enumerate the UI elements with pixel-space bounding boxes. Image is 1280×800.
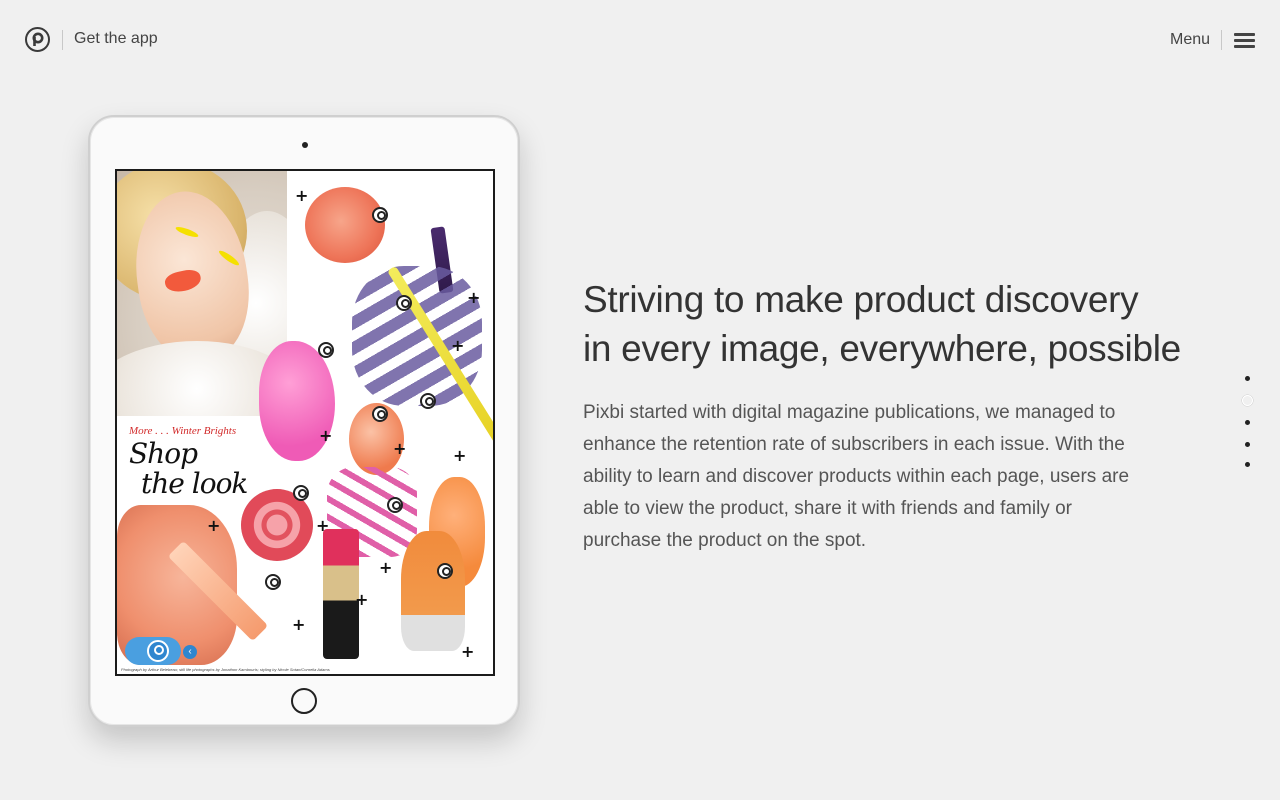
product-hotspot[interactable]: + bbox=[355, 592, 368, 608]
product-hotspot[interactable]: + bbox=[316, 518, 329, 534]
magazine-kicker: More . . . Winter Brights bbox=[129, 425, 237, 437]
hero-description-line: enhance the retention rate of subscriber… bbox=[583, 434, 1125, 455]
hero-description-line: ability to learn and discover products w… bbox=[583, 466, 1130, 487]
magazine-title: Shop the look bbox=[129, 437, 248, 500]
pixbi-tag-icon[interactable] bbox=[437, 563, 453, 579]
get-the-app-link[interactable]: Get the app bbox=[74, 30, 158, 48]
hero-description-line: Pixbi started with digital magazine publ… bbox=[583, 402, 1116, 423]
magazine-title-line-2: the look bbox=[141, 467, 248, 500]
hero-headline-line-2: in every image, everywhere, possible bbox=[583, 328, 1181, 369]
photo-credits: Photograph by Arthur Belebeau; still lif… bbox=[121, 667, 330, 672]
header-divider bbox=[62, 30, 63, 50]
pixbi-tag-icon[interactable] bbox=[387, 497, 403, 513]
product-hotspot[interactable]: + bbox=[451, 338, 464, 354]
hero-headline-line-1: Striving to make product discovery bbox=[583, 279, 1139, 320]
hamburger-menu-icon[interactable] bbox=[1234, 32, 1256, 48]
product-hotspot[interactable]: + bbox=[207, 518, 220, 534]
product-hotspot[interactable]: + bbox=[292, 617, 305, 633]
nail-polish-bottle-image bbox=[401, 531, 465, 651]
product-hotspot[interactable]: + bbox=[461, 644, 474, 660]
product-hotspot[interactable]: + bbox=[467, 290, 480, 306]
lipstick-image bbox=[323, 529, 359, 659]
section-nav-dot[interactable] bbox=[1245, 442, 1250, 447]
pixbi-logo-icon[interactable] bbox=[25, 27, 50, 52]
product-hotspot[interactable]: + bbox=[379, 560, 392, 576]
product-hotspot[interactable]: + bbox=[295, 188, 308, 204]
menu-button-label[interactable]: Menu bbox=[1170, 31, 1210, 49]
pixbi-tag-icon[interactable] bbox=[265, 574, 281, 590]
magazine-title-line-1: Shop bbox=[129, 437, 198, 470]
pixbi-launcher-button[interactable] bbox=[125, 637, 181, 665]
pixbi-tag-icon[interactable] bbox=[293, 485, 309, 501]
hero-description-line: able to view the product, share it with … bbox=[583, 498, 1072, 519]
hero-description: Pixbi started with digital magazine publ… bbox=[583, 397, 1163, 557]
tablet-screen: More . . . Winter Brights Shop the look … bbox=[115, 169, 495, 676]
section-nav-dot[interactable] bbox=[1245, 376, 1250, 381]
product-hotspot[interactable]: + bbox=[319, 428, 332, 444]
section-nav-dot-active[interactable] bbox=[1242, 395, 1253, 406]
hero-headline: Striving to make product discovery in ev… bbox=[583, 275, 1203, 373]
pixbi-tag-icon[interactable] bbox=[396, 295, 412, 311]
product-hotspot[interactable]: + bbox=[393, 441, 406, 457]
collapse-arrow-icon[interactable]: ‹ bbox=[183, 645, 197, 659]
hero-description-line: purchase the product on the spot. bbox=[583, 530, 867, 551]
tablet-mockup: More . . . Winter Brights Shop the look … bbox=[88, 115, 520, 727]
pixbi-tag-icon[interactable] bbox=[372, 207, 388, 223]
pixbi-tag-icon[interactable] bbox=[420, 393, 436, 409]
blush-compact-image bbox=[305, 187, 385, 263]
header-divider bbox=[1221, 30, 1222, 50]
product-hotspot[interactable]: + bbox=[453, 448, 466, 464]
section-nav-dot[interactable] bbox=[1245, 462, 1250, 467]
section-nav-dot[interactable] bbox=[1245, 420, 1250, 425]
tablet-camera bbox=[302, 142, 308, 148]
pixbi-tag-icon[interactable] bbox=[372, 406, 388, 422]
tablet-home-button bbox=[291, 688, 317, 714]
pixbi-tag-icon[interactable] bbox=[318, 342, 334, 358]
